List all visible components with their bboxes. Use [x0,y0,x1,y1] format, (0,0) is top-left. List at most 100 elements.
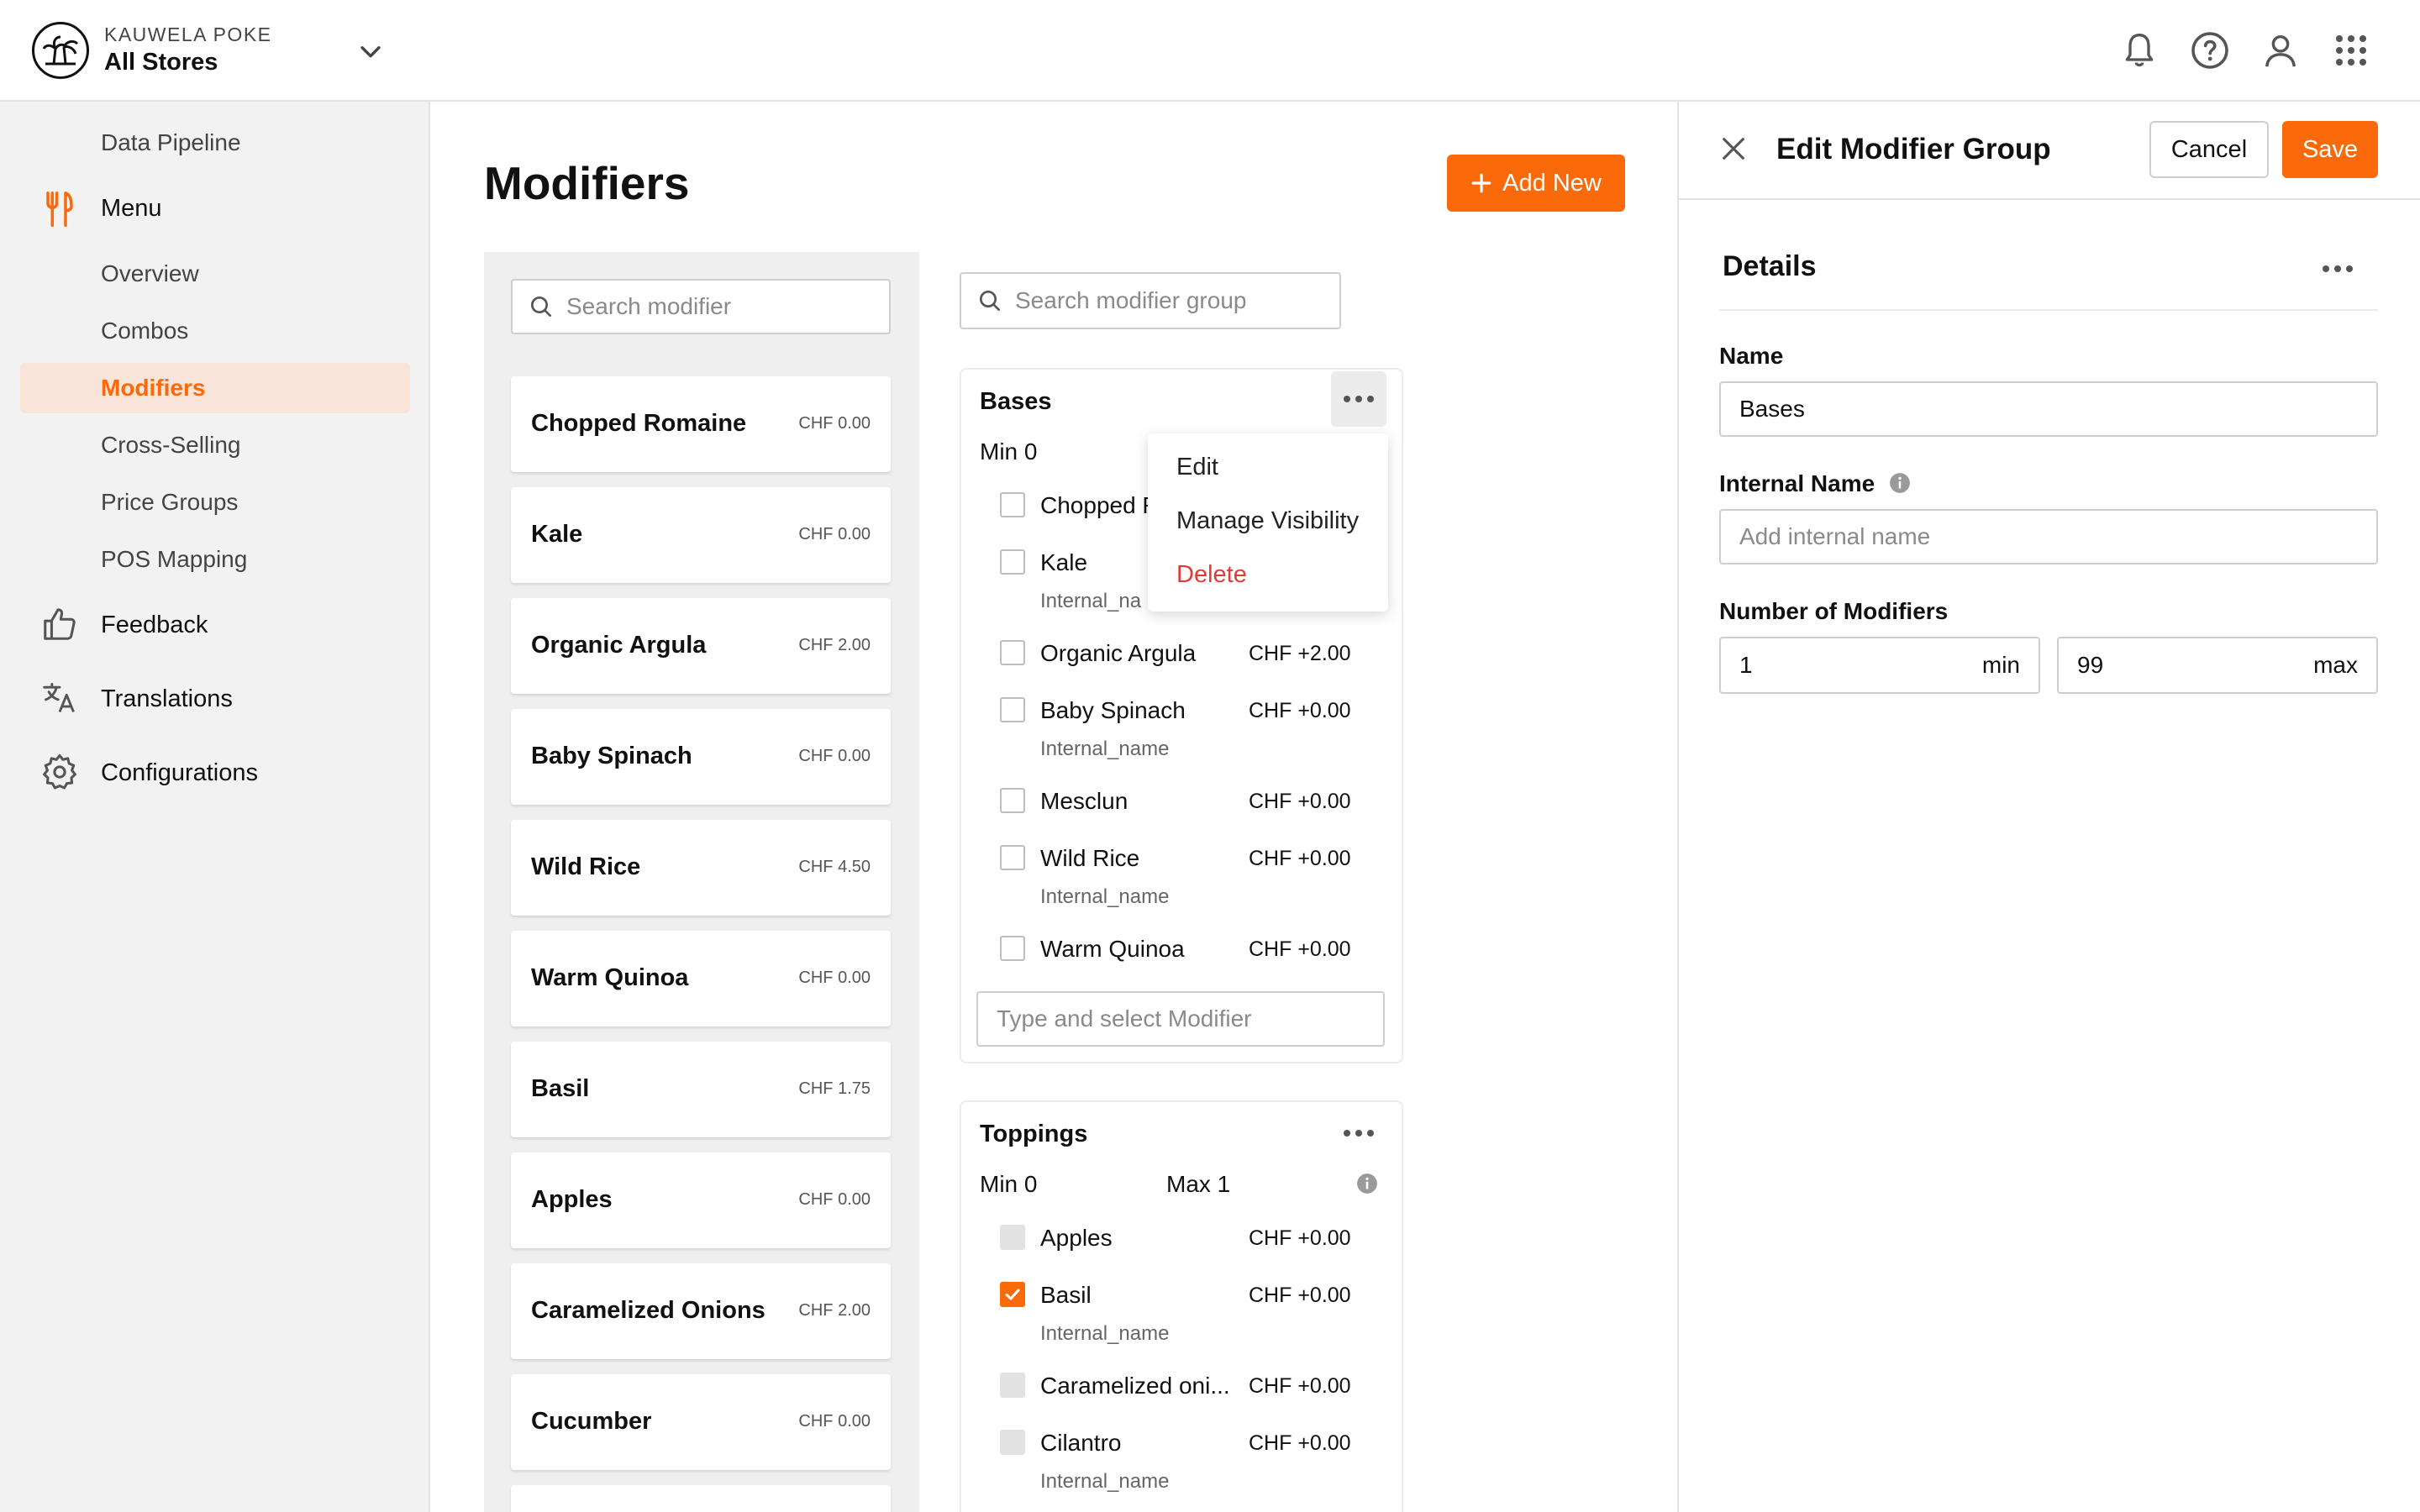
search-group-placeholder: Search modifier group [1015,287,1247,313]
modifier-name: Warm Quinoa [531,964,689,991]
modifier-card[interactable]: Warm Quinoa CHF 0.00 [511,931,891,1026]
group-min: Min 0 [980,1171,1038,1197]
details-divider [1719,309,2378,311]
sidebar-item-modifiers[interactable]: Modifiers [101,375,205,402]
modifier-card[interactable] [511,1485,891,1512]
group-item-internal-name: Internal_name [1040,1322,1170,1345]
group-more-button[interactable] [1331,371,1386,427]
close-icon[interactable] [1719,134,1748,163]
group-item-name: Warm Quinoa [1040,936,1185,962]
name-input[interactable]: Bases [1719,381,2378,437]
sidebar-item-overview[interactable]: Overview [101,260,199,287]
translate-icon [39,677,81,719]
bell-icon[interactable] [2118,29,2161,72]
sidebar-active-highlight [20,363,410,413]
modifier-checkbox[interactable] [1000,492,1025,517]
plus-icon [1471,173,1491,193]
sidebar-item-feedback[interactable]: Feedback [101,612,208,639]
modifier-checkbox[interactable] [1000,936,1025,961]
modifier-card[interactable]: Chopped Romaine CHF 0.00 [511,376,891,472]
search-modifier-input[interactable]: Search modifier [511,279,891,334]
sidebar-item-menu[interactable]: Menu [101,195,162,223]
menu-item-edit[interactable]: Edit [1176,454,1218,481]
modifier-card[interactable]: Kale CHF 0.00 [511,487,891,583]
brand-logo[interactable] [32,22,89,79]
name-value: Bases [1739,396,1805,422]
help-icon[interactable] [2188,29,2232,72]
modifier-price: CHF 2.00 [798,1301,871,1320]
sidebar-item-combos[interactable]: Combos [101,318,188,344]
group-item-name: Chopped R [1040,492,1160,518]
modifier-price: CHF 4.50 [798,858,871,876]
modifier-price: CHF 0.00 [798,969,871,987]
group-item-name: Kale [1040,549,1088,575]
modifier-checkbox[interactable] [1000,697,1025,722]
modifier-checkbox-checked[interactable] [1000,1282,1025,1307]
max-modifiers-input[interactable]: 99 max [2057,637,2378,694]
modifier-checkbox[interactable] [1000,549,1025,575]
group-item-price: CHF +0.00 [1249,699,1351,722]
modifier-card[interactable]: Caramelized Onions CHF 2.00 [511,1263,891,1359]
modifier-card[interactable]: Cucumber CHF 0.00 [511,1374,891,1470]
details-more-button[interactable] [2312,249,2363,289]
page-title: Modifiers [484,157,690,209]
modifier-name: Caramelized Onions [531,1297,765,1324]
modifier-price: CHF 0.00 [798,1190,871,1209]
group-item-internal-name: Internal_name [1040,1470,1170,1493]
menu-item-delete[interactable]: Delete [1176,561,1247,589]
modifier-card[interactable]: Organic Argula CHF 2.00 [511,598,891,694]
modifier-checkbox-disabled[interactable] [1000,1430,1025,1455]
sidebar-item-configurations[interactable]: Configurations [101,759,258,787]
search-modifier-group-input[interactable]: Search modifier group [960,272,1341,329]
group-item-name: Cilantro [1040,1430,1122,1456]
internal-name-input[interactable]: Add internal name [1719,509,2378,564]
min-modifiers-input[interactable]: 1 min [1719,637,2040,694]
modifier-name: Kale [531,521,583,548]
group-more-button[interactable] [1331,1105,1386,1161]
sidebar [0,102,430,1512]
modifier-checkbox-disabled[interactable] [1000,1225,1025,1250]
search-icon [980,291,1000,311]
gear-icon [39,751,81,793]
sidebar-item-price-groups[interactable]: Price Groups [101,489,238,516]
modifier-card[interactable]: Wild Rice CHF 4.50 [511,820,891,916]
sidebar-item-pos-mapping[interactable]: POS Mapping [101,546,247,573]
sidebar-item-cross-selling[interactable]: Cross-Selling [101,432,241,459]
group-item-price: CHF +0.00 [1249,937,1351,961]
sidebar-item-data-pipeline[interactable]: Data Pipeline [101,129,241,156]
apps-grid-icon[interactable] [2329,29,2373,72]
group-item-price: CHF +0.00 [1249,1374,1351,1398]
modifier-checkbox-disabled[interactable] [1000,1373,1025,1398]
info-icon[interactable] [1889,472,1911,494]
modifier-card[interactable]: Baby Spinach CHF 0.00 [511,709,891,805]
info-icon[interactable] [1356,1173,1378,1194]
cancel-button[interactable]: Cancel [2149,121,2269,178]
panel-header-divider [1679,198,2420,200]
group-item-name: Apples [1040,1225,1113,1251]
add-new-label: Add New [1502,169,1602,197]
user-icon[interactable] [2259,29,2302,72]
group-item-price: CHF +0.00 [1249,1226,1351,1250]
internal-name-label: Internal Name [1719,470,1876,496]
add-new-button[interactable]: Add New [1447,155,1625,212]
modifier-price: CHF 1.75 [798,1079,871,1098]
sidebar-item-translations[interactable]: Translations [101,685,233,713]
modifier-card[interactable]: Basil CHF 1.75 [511,1042,891,1137]
type-select-modifier-input[interactable]: Type and select Modifier [976,991,1385,1047]
chevron-down-icon[interactable] [356,37,385,66]
modifier-checkbox[interactable] [1000,788,1025,813]
modifier-checkbox[interactable] [1000,640,1025,665]
menu-item-manage-visibility[interactable]: Manage Visibility [1176,507,1359,535]
modifier-price: CHF 0.00 [798,525,871,543]
palm-tree-icon [42,35,79,66]
modifier-card[interactable]: Apples CHF 0.00 [511,1152,891,1248]
max-suffix: max [2313,652,2358,678]
number-of-modifiers-label: Number of Modifiers [1719,598,1949,624]
group-item-price: CHF +2.00 [1249,642,1351,665]
save-button[interactable]: Save [2282,121,2378,178]
group-item-price: CHF +0.00 [1249,847,1351,870]
store-selector-label[interactable]: All Stores [104,49,218,76]
modifier-name: Organic Argula [531,632,707,659]
group-item-price: CHF +0.00 [1249,1431,1351,1455]
modifier-checkbox[interactable] [1000,845,1025,870]
